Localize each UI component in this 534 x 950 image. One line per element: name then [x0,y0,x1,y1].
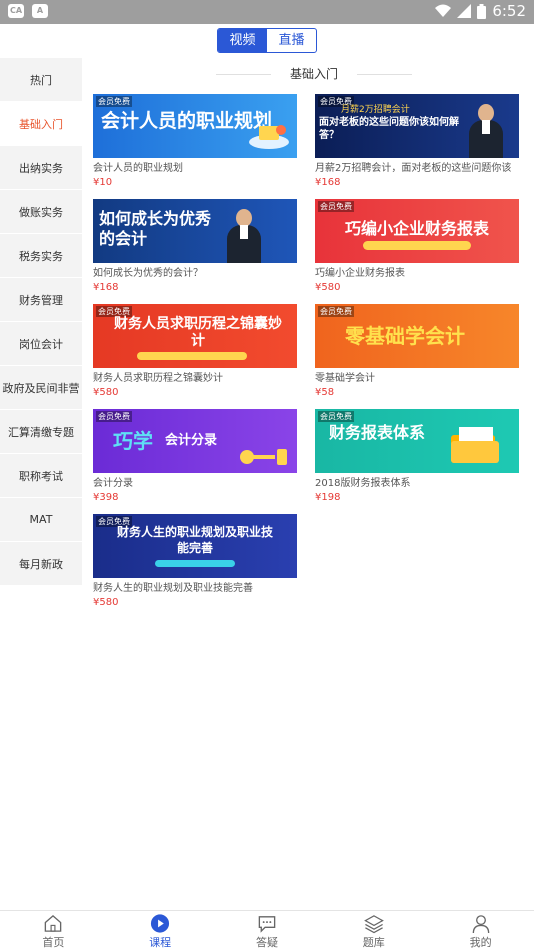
course-price: ¥198 [315,492,341,503]
status-bar: CA A 6:52 [0,0,534,24]
course-price: ¥398 [93,492,119,503]
banner-text: 零基础学会计 [345,324,465,348]
course-card[interactable]: 会员免费 财务报表体系 2018版财务报表体系 ¥198 [315,409,519,504]
member-free-badge: 会员免费 [96,411,132,422]
tab-video[interactable]: 视频 [218,29,267,52]
nav-label: 首页 [42,936,65,949]
member-free-badge: 会员免费 [318,306,354,317]
course-thumbnail: 会员免费 巧学 会计分录 [93,409,297,473]
course-card[interactable]: 会员免费 零基础学会计 零基础学会计 ¥58 [315,304,519,399]
banner-text: 如何成长为优秀的会计 [99,209,212,248]
divider [357,74,412,75]
sidebar-item-government-nonprofit[interactable]: 政府及民间非营 [0,366,82,409]
wifi-icon [435,4,452,17]
member-free-badge: 会员免费 [318,411,354,422]
layers-icon [363,915,384,934]
sidebar-item-hot[interactable]: 热门 [0,58,82,101]
course-price: ¥580 [315,282,341,293]
course-price: ¥10 [93,177,113,188]
banner-text: 面对老板的这些问题你该如何解答？ [319,117,459,141]
nav-label: 我的 [469,936,492,949]
course-thumbnail: 会员免费 财务人员求职历程之锦囊妙计 [93,304,297,368]
member-free-badge: 会员免费 [318,201,354,212]
folder-icon [451,427,499,463]
course-price: ¥580 [93,597,119,608]
notification-badge-icon: CA [8,4,24,18]
sidebar-item-tax-settlement[interactable]: 汇算清缴专题 [0,410,82,453]
nav-question-bank[interactable]: 题库 [320,911,427,950]
sidebar-item-bookkeeping[interactable]: 做账实务 [0,190,82,233]
banner-text: 财务报表体系 [329,423,426,442]
banner-ribbon [137,352,247,360]
course-title: 2018版财务报表体系 [315,478,411,489]
banner-ribbon [363,241,471,250]
course-thumbnail: 会员免费 会计人员的职业规划 [93,94,297,158]
banner-text: 财务人员求职历程之锦囊妙计 [114,316,282,349]
banner-subtext: 月薪2万招聘会计 [341,105,410,115]
nav-qa[interactable]: 答疑 [214,911,321,950]
chat-icon [258,916,276,933]
sidebar-item-finance-management[interactable]: 财务管理 [0,278,82,321]
banner-text: 巧编小企业财务报表 [344,219,489,238]
nav-courses[interactable]: 课程 [107,911,214,950]
course-title: 会计分录 [93,478,133,489]
course-title: 财务人员求职历程之锦囊妙计 [93,373,223,384]
nav-label: 答疑 [255,936,278,949]
course-price: ¥168 [93,282,119,293]
sidebar-item-cashier[interactable]: 出纳实务 [0,146,82,189]
bottom-navigation: 首页 课程 答疑 题库 我的 [0,910,534,950]
course-title: 零基础学会计 [315,373,375,384]
course-thumbnail: 会员免费 月薪2万招聘会计 面对老板的这些问题你该如何解答？ [315,94,519,158]
course-title: 会计人员的职业规划 [93,163,183,174]
sidebar-item-mat[interactable]: MAT [0,498,82,541]
course-card[interactable]: 会员免费 财务人生的职业规划及职业技能完善 财务人生的职业规划及职业技能完善 ¥… [93,514,297,609]
course-thumbnail: 会员免费 巧编小企业财务报表 [315,199,519,263]
course-price: ¥58 [315,387,335,398]
sidebar-item-title-exam[interactable]: 职称考试 [0,454,82,497]
course-thumbnail: 如何成长为优秀的会计 [93,199,297,263]
course-title: 巧编小企业财务报表 [315,268,405,279]
banner-subtext: 巧学 [113,429,153,453]
nav-home[interactable]: 首页 [0,911,107,950]
content-type-toggle: 视频 直播 [217,28,317,53]
course-card[interactable]: 会员免费 巧学 会计分录 会计分录 ¥398 [93,409,297,504]
sidebar-item-tax[interactable]: 税务实务 [0,234,82,277]
course-title: 财务人生的职业规划及职业技能完善 [93,583,253,594]
course-thumbnail: 会员免费 零基础学会计 [315,304,519,368]
lecturer-photo [225,207,263,263]
course-thumbnail: 会员免费 财务人生的职业规划及职业技能完善 [93,514,297,578]
course-thumbnail: 会员免费 财务报表体系 [315,409,519,473]
signal-icon [457,4,472,18]
nav-profile[interactable]: 我的 [427,911,534,950]
nav-label: 题库 [362,936,385,949]
key-icon [240,449,287,465]
sidebar-item-position-accounting[interactable]: 岗位会计 [0,322,82,365]
clock: 6:52 [492,2,526,20]
banner-text: 财务人生的职业规划及职业技能完善 [116,525,273,555]
course-card[interactable]: 会员免费 月薪2万招聘会计 面对老板的这些问题你该如何解答？ 月薪2万招聘会计，… [315,94,519,189]
lecturer-photo [467,102,505,158]
sidebar-item-monthly-policy[interactable]: 每月新政 [0,542,82,585]
banner-ribbon [155,560,235,567]
play-icon [151,914,170,933]
course-price: ¥168 [315,177,341,188]
user-icon [472,915,489,934]
battery-icon [477,3,487,19]
course-card[interactable]: 会员免费 会计人员的职业规划 会计人员的职业规划 ¥10 [93,94,297,189]
course-card[interactable]: 会员免费 巧编小企业财务报表 巧编小企业财务报表 ¥580 [315,199,519,294]
course-card[interactable]: 会员免费 财务人员求职历程之锦囊妙计 财务人员求职历程之锦囊妙计 ¥580 [93,304,297,399]
home-icon [45,914,62,932]
category-sidebar: 热门 基础入门 出纳实务 做账实务 税务实务 财务管理 岗位会计 政府及民间非营… [0,58,82,586]
nav-label: 课程 [149,936,172,949]
course-title: 如何成长为优秀的会计？ [93,268,203,279]
section-header: 基础入门 [216,66,412,82]
sidebar-item-basics[interactable]: 基础入门 [0,102,82,145]
banner-text: 会计分录 [165,433,218,448]
tab-live[interactable]: 直播 [267,29,316,52]
course-price: ¥580 [93,387,119,398]
course-card[interactable]: 如何成长为优秀的会计 如何成长为优秀的会计？ ¥168 [93,199,297,294]
illustration-icon [249,125,289,149]
notification-badge-icon: A [32,4,48,18]
course-title: 月薪2万招聘会计，面对老板的这些问题你该 [315,163,512,174]
